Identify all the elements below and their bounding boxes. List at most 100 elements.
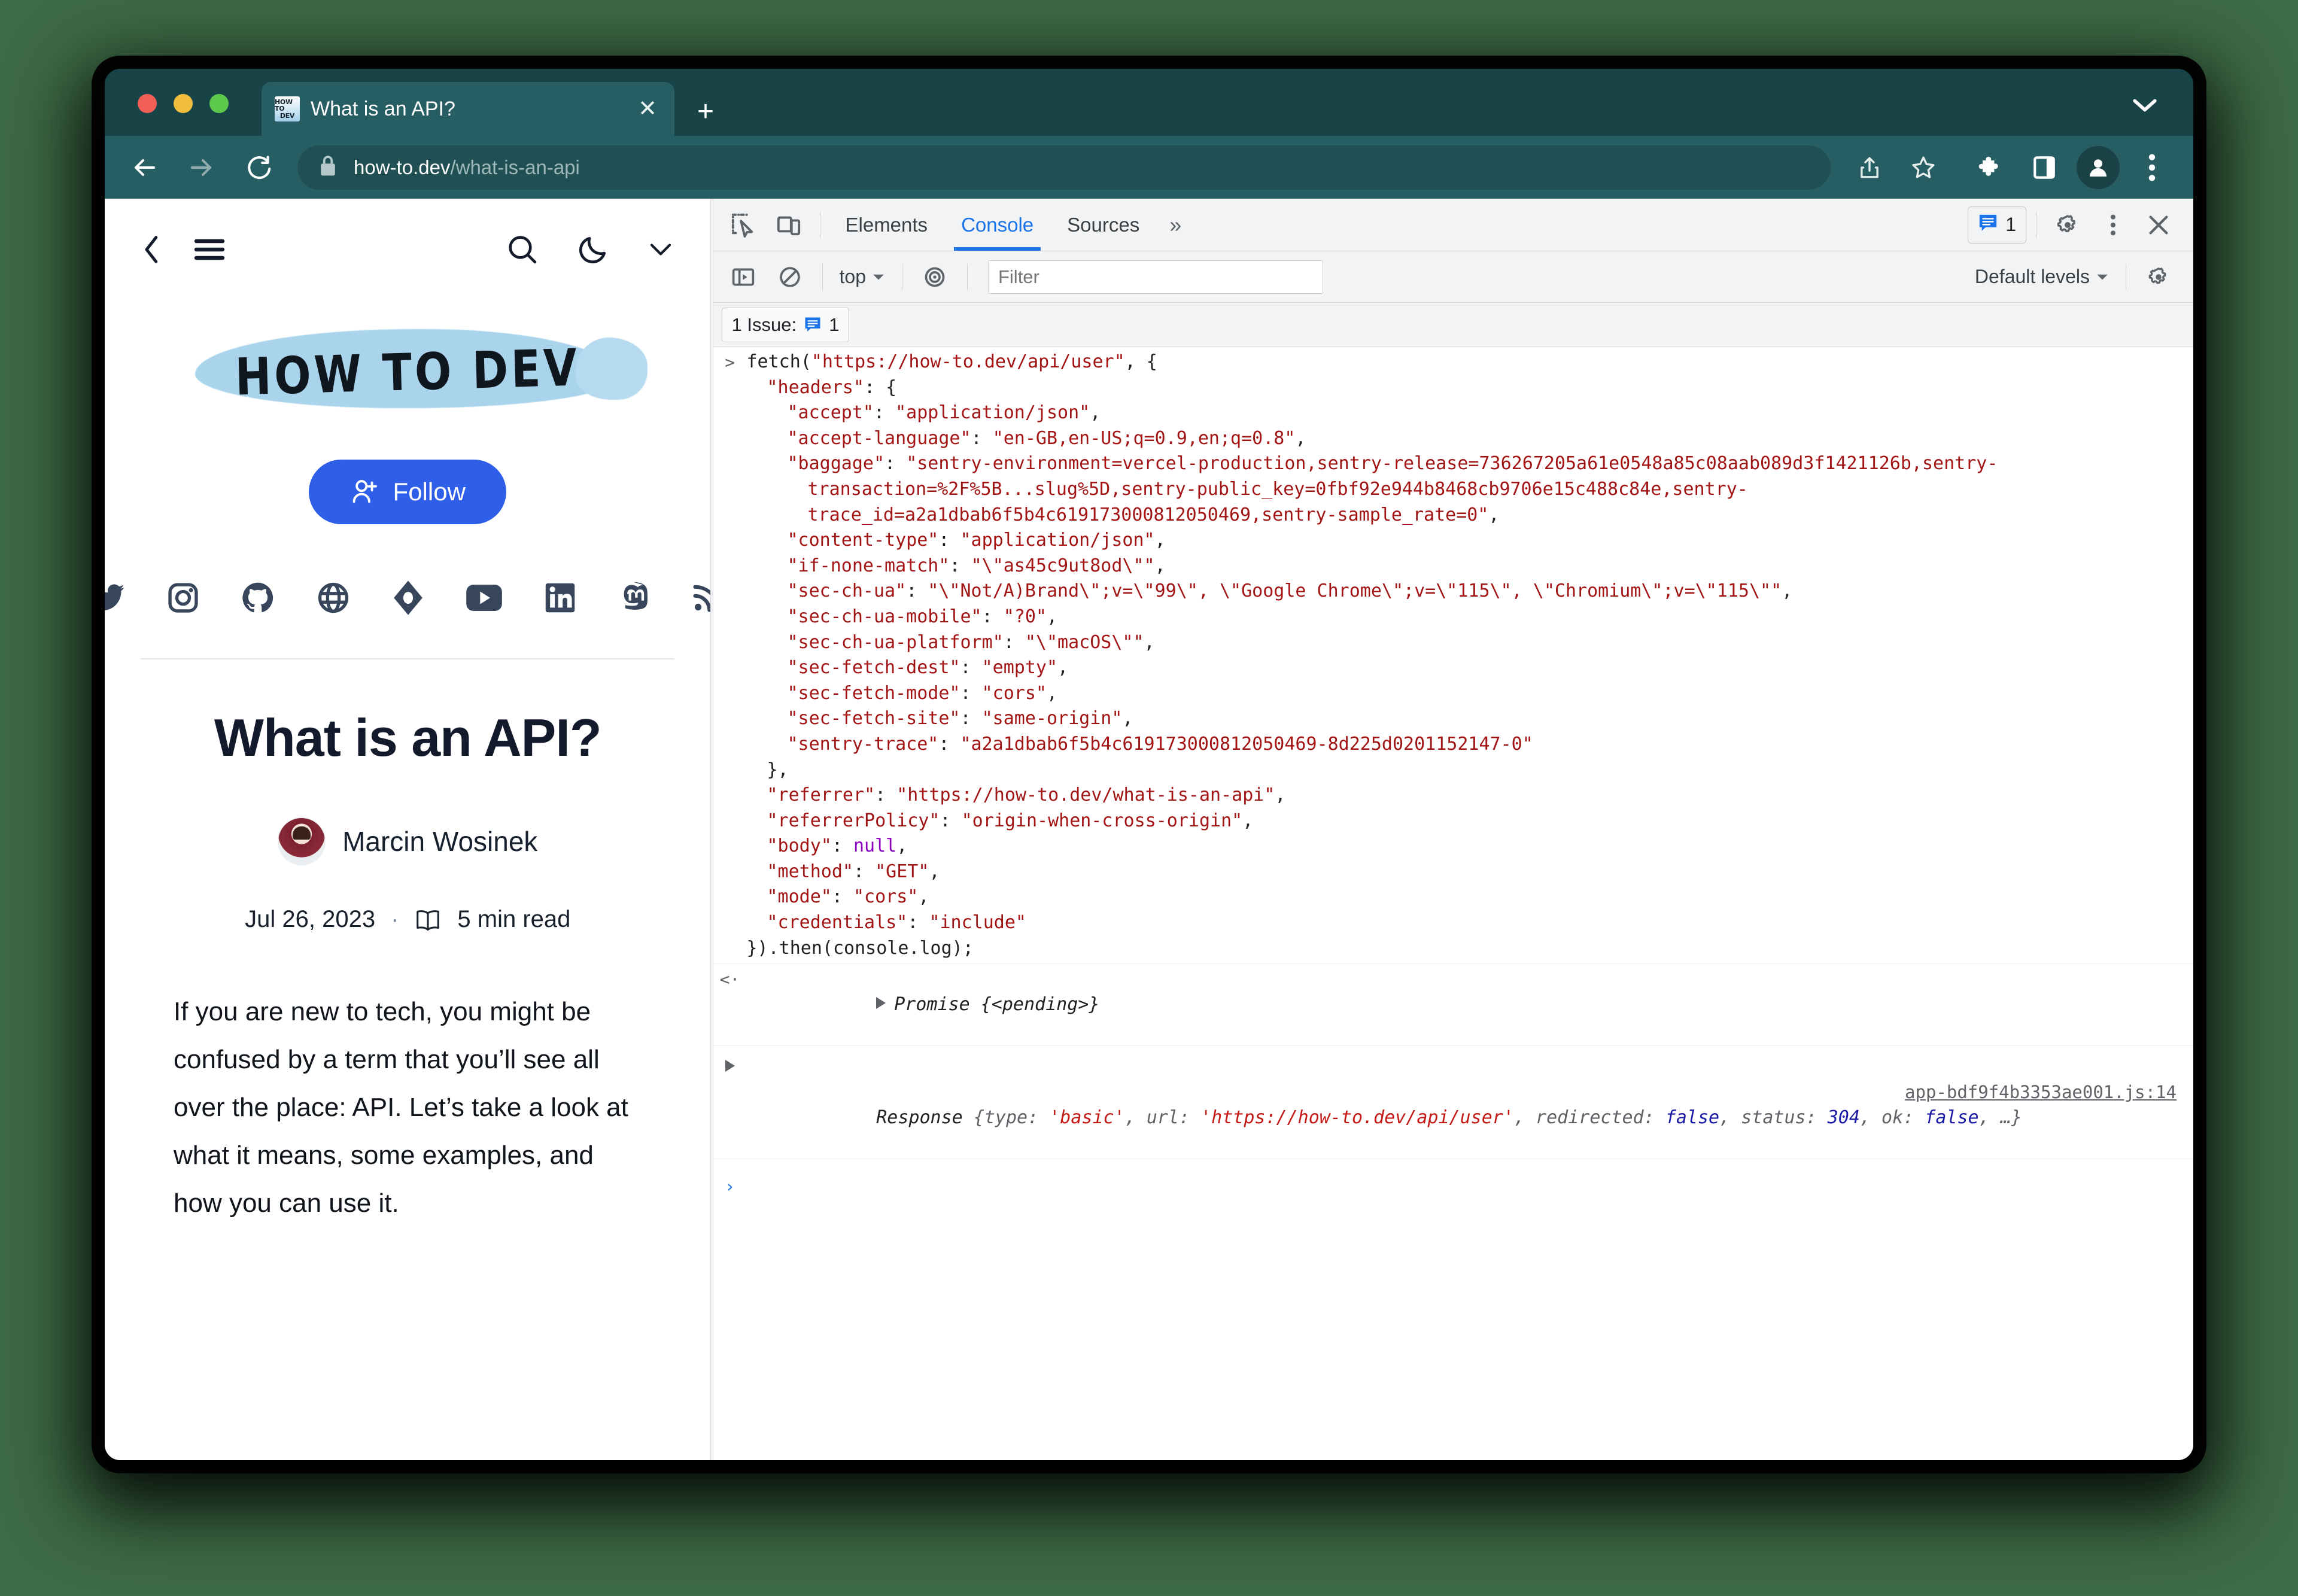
search-icon[interactable] <box>506 233 539 266</box>
tab-elements[interactable]: Elements <box>830 199 944 251</box>
gear-icon[interactable] <box>2137 256 2180 299</box>
chevron-left-icon[interactable] <box>141 233 163 266</box>
lock-icon <box>318 154 338 181</box>
console-toolbar: top Default levels <box>713 251 2193 303</box>
console-input-entry: > fetch("https://how-to.dev/api/user", {… <box>713 347 2194 963</box>
side-panel-icon[interactable] <box>2017 141 2071 194</box>
console-sidebar-icon[interactable] <box>722 256 765 299</box>
response-object-text: Response {type: 'basic', url: 'https://h… <box>876 1107 2022 1129</box>
chevron-down-icon[interactable] <box>2131 96 2159 114</box>
console-code-line: "accept": "application/json", <box>787 402 1101 424</box>
author-name[interactable]: Marcin Wosinek <box>342 825 537 858</box>
devtools-panel: Elements Console Sources » 1 top Filter … <box>713 199 2194 1460</box>
console-code-line: "sec-fetch-site": "same-origin", <box>787 708 1133 729</box>
globe-icon[interactable] <box>316 579 351 616</box>
more-tabs-icon[interactable]: » <box>1157 212 1193 238</box>
close-icon[interactable] <box>2137 203 2180 247</box>
minimize-window-button[interactable] <box>174 94 193 113</box>
browser-tab-active[interactable]: HOW TO DEV What is an API? ✕ <box>262 82 674 136</box>
console-code-line: "body": null, <box>767 835 908 857</box>
tab-sources[interactable]: Sources <box>1051 199 1155 251</box>
close-icon[interactable]: ✕ <box>634 98 661 120</box>
article-body-paragraph: If you are new to tech, you might be con… <box>174 997 628 1218</box>
result-arrow-icon: <· <box>719 969 740 990</box>
prompt-chevron-icon: > <box>725 352 735 372</box>
publish-date: Jul 26, 2023 <box>245 906 376 932</box>
chevron-down-icon[interactable] <box>647 241 674 259</box>
favicon-text-bottom: DEV <box>279 111 295 120</box>
console-code-line: "baggage": "sentry-environment=vercel-pr… <box>787 453 1998 525</box>
console-response-entry: app-bdf9f4b3353ae001.js:14 Response {typ… <box>713 1046 2194 1159</box>
share-icon[interactable] <box>1843 141 1896 194</box>
log-levels-select[interactable]: Default levels <box>1969 266 2115 288</box>
address-bar[interactable]: how-to.dev/what-is-an-api <box>297 145 1831 190</box>
issues-count: 1 <box>2005 214 2016 235</box>
console-code-line: }, <box>767 759 789 780</box>
site-header <box>105 199 710 300</box>
url-text: how-to.dev/what-is-an-api <box>354 156 580 179</box>
gear-icon[interactable] <box>2046 203 2089 247</box>
console-input-code: fetch("https://how-to.dev/api/user", {"h… <box>747 349 2194 961</box>
issues-badge-button[interactable]: 1 <box>1968 206 2026 244</box>
expand-triangle-icon[interactable] <box>725 1060 735 1072</box>
console-code-line: "headers": { <box>767 376 897 398</box>
forward-arrow-icon[interactable] <box>173 139 230 196</box>
profile-avatar-icon[interactable] <box>2071 141 2125 194</box>
devtools-tab-bar: Elements Console Sources » 1 <box>713 199 2193 251</box>
page-title: What is an API? <box>214 708 602 767</box>
twitter-icon[interactable] <box>105 579 126 616</box>
issues-banner: 1 Issue: 1 <box>713 303 2193 347</box>
url-path: /what-is-an-api <box>450 156 580 178</box>
hamburger-menu-icon[interactable] <box>193 236 226 263</box>
moon-icon[interactable] <box>576 233 610 266</box>
site-logo[interactable]: HOW TO DEV <box>180 312 648 432</box>
live-expression-icon[interactable] <box>913 256 956 299</box>
star-icon[interactable] <box>1896 141 1950 194</box>
tab-console[interactable]: Console <box>946 199 1049 251</box>
console-code-line: }).then(console.log); <box>746 937 974 959</box>
follow-button-label: Follow <box>393 478 466 506</box>
new-tab-button[interactable]: + <box>697 98 714 126</box>
linkedin-icon[interactable] <box>543 579 577 616</box>
url-domain: how-to.dev <box>354 156 451 178</box>
close-window-button[interactable] <box>138 94 157 113</box>
prompt-chevron-icon: › <box>725 1177 735 1197</box>
mastodon-icon[interactable] <box>618 579 650 616</box>
three-dot-menu-icon[interactable] <box>2125 141 2179 194</box>
youtube-icon[interactable] <box>466 579 503 616</box>
three-dot-menu-icon[interactable] <box>2092 203 2135 247</box>
console-output[interactable]: > fetch("https://how-to.dev/api/user", {… <box>713 347 2194 1460</box>
instagram-icon[interactable] <box>166 579 200 616</box>
log-levels-value: Default levels <box>1974 266 2090 287</box>
execution-context-select[interactable]: top <box>834 266 891 288</box>
device-toolbar-icon[interactable] <box>767 203 810 247</box>
console-prompt-input[interactable] <box>747 1174 2194 1199</box>
source-link[interactable]: app-bdf9f4b3353ae001.js:14 <box>1905 1080 2177 1105</box>
reload-icon[interactable] <box>230 139 288 196</box>
puzzle-icon[interactable] <box>1963 141 2017 194</box>
console-code-line: "sec-fetch-mode": "cors", <box>787 682 1058 704</box>
tab-strip: HOW TO DEV What is an API? ✕ + <box>105 69 2193 136</box>
web-page-viewport: HOW TO DEV Follow What is an API? Marcin… <box>105 199 711 1460</box>
read-time: 5 min read <box>457 906 571 932</box>
filter-input[interactable] <box>987 260 1323 294</box>
inspect-element-icon[interactable] <box>722 203 765 247</box>
console-prompt-row[interactable]: › <box>713 1159 2194 1201</box>
issues-banner-button[interactable]: 1 Issue: 1 <box>721 307 850 342</box>
console-code-line: "sec-ch-ua": "\"Not/A)Brand\";v=\"99\", … <box>787 580 1793 602</box>
divider <box>966 263 968 290</box>
book-icon <box>414 908 442 932</box>
github-icon[interactable] <box>241 579 275 616</box>
console-code-line: "sec-fetch-dest": "empty", <box>787 657 1069 679</box>
clear-console-icon[interactable] <box>768 256 811 299</box>
console-code-line: "mode": "cors", <box>767 886 929 908</box>
promise-value: Promise {<pending>} <box>894 993 1100 1015</box>
console-code-line: "method": "GET", <box>767 861 940 882</box>
follow-button[interactable]: Follow <box>309 460 507 524</box>
maximize-window-button[interactable] <box>209 94 229 113</box>
expand-triangle-icon[interactable] <box>876 996 886 1009</box>
dev-diamond-icon[interactable] <box>391 579 425 616</box>
article-meta: Jul 26, 2023 · 5 min read <box>105 906 710 933</box>
back-arrow-icon[interactable] <box>115 139 173 196</box>
rss-icon[interactable] <box>691 579 711 616</box>
